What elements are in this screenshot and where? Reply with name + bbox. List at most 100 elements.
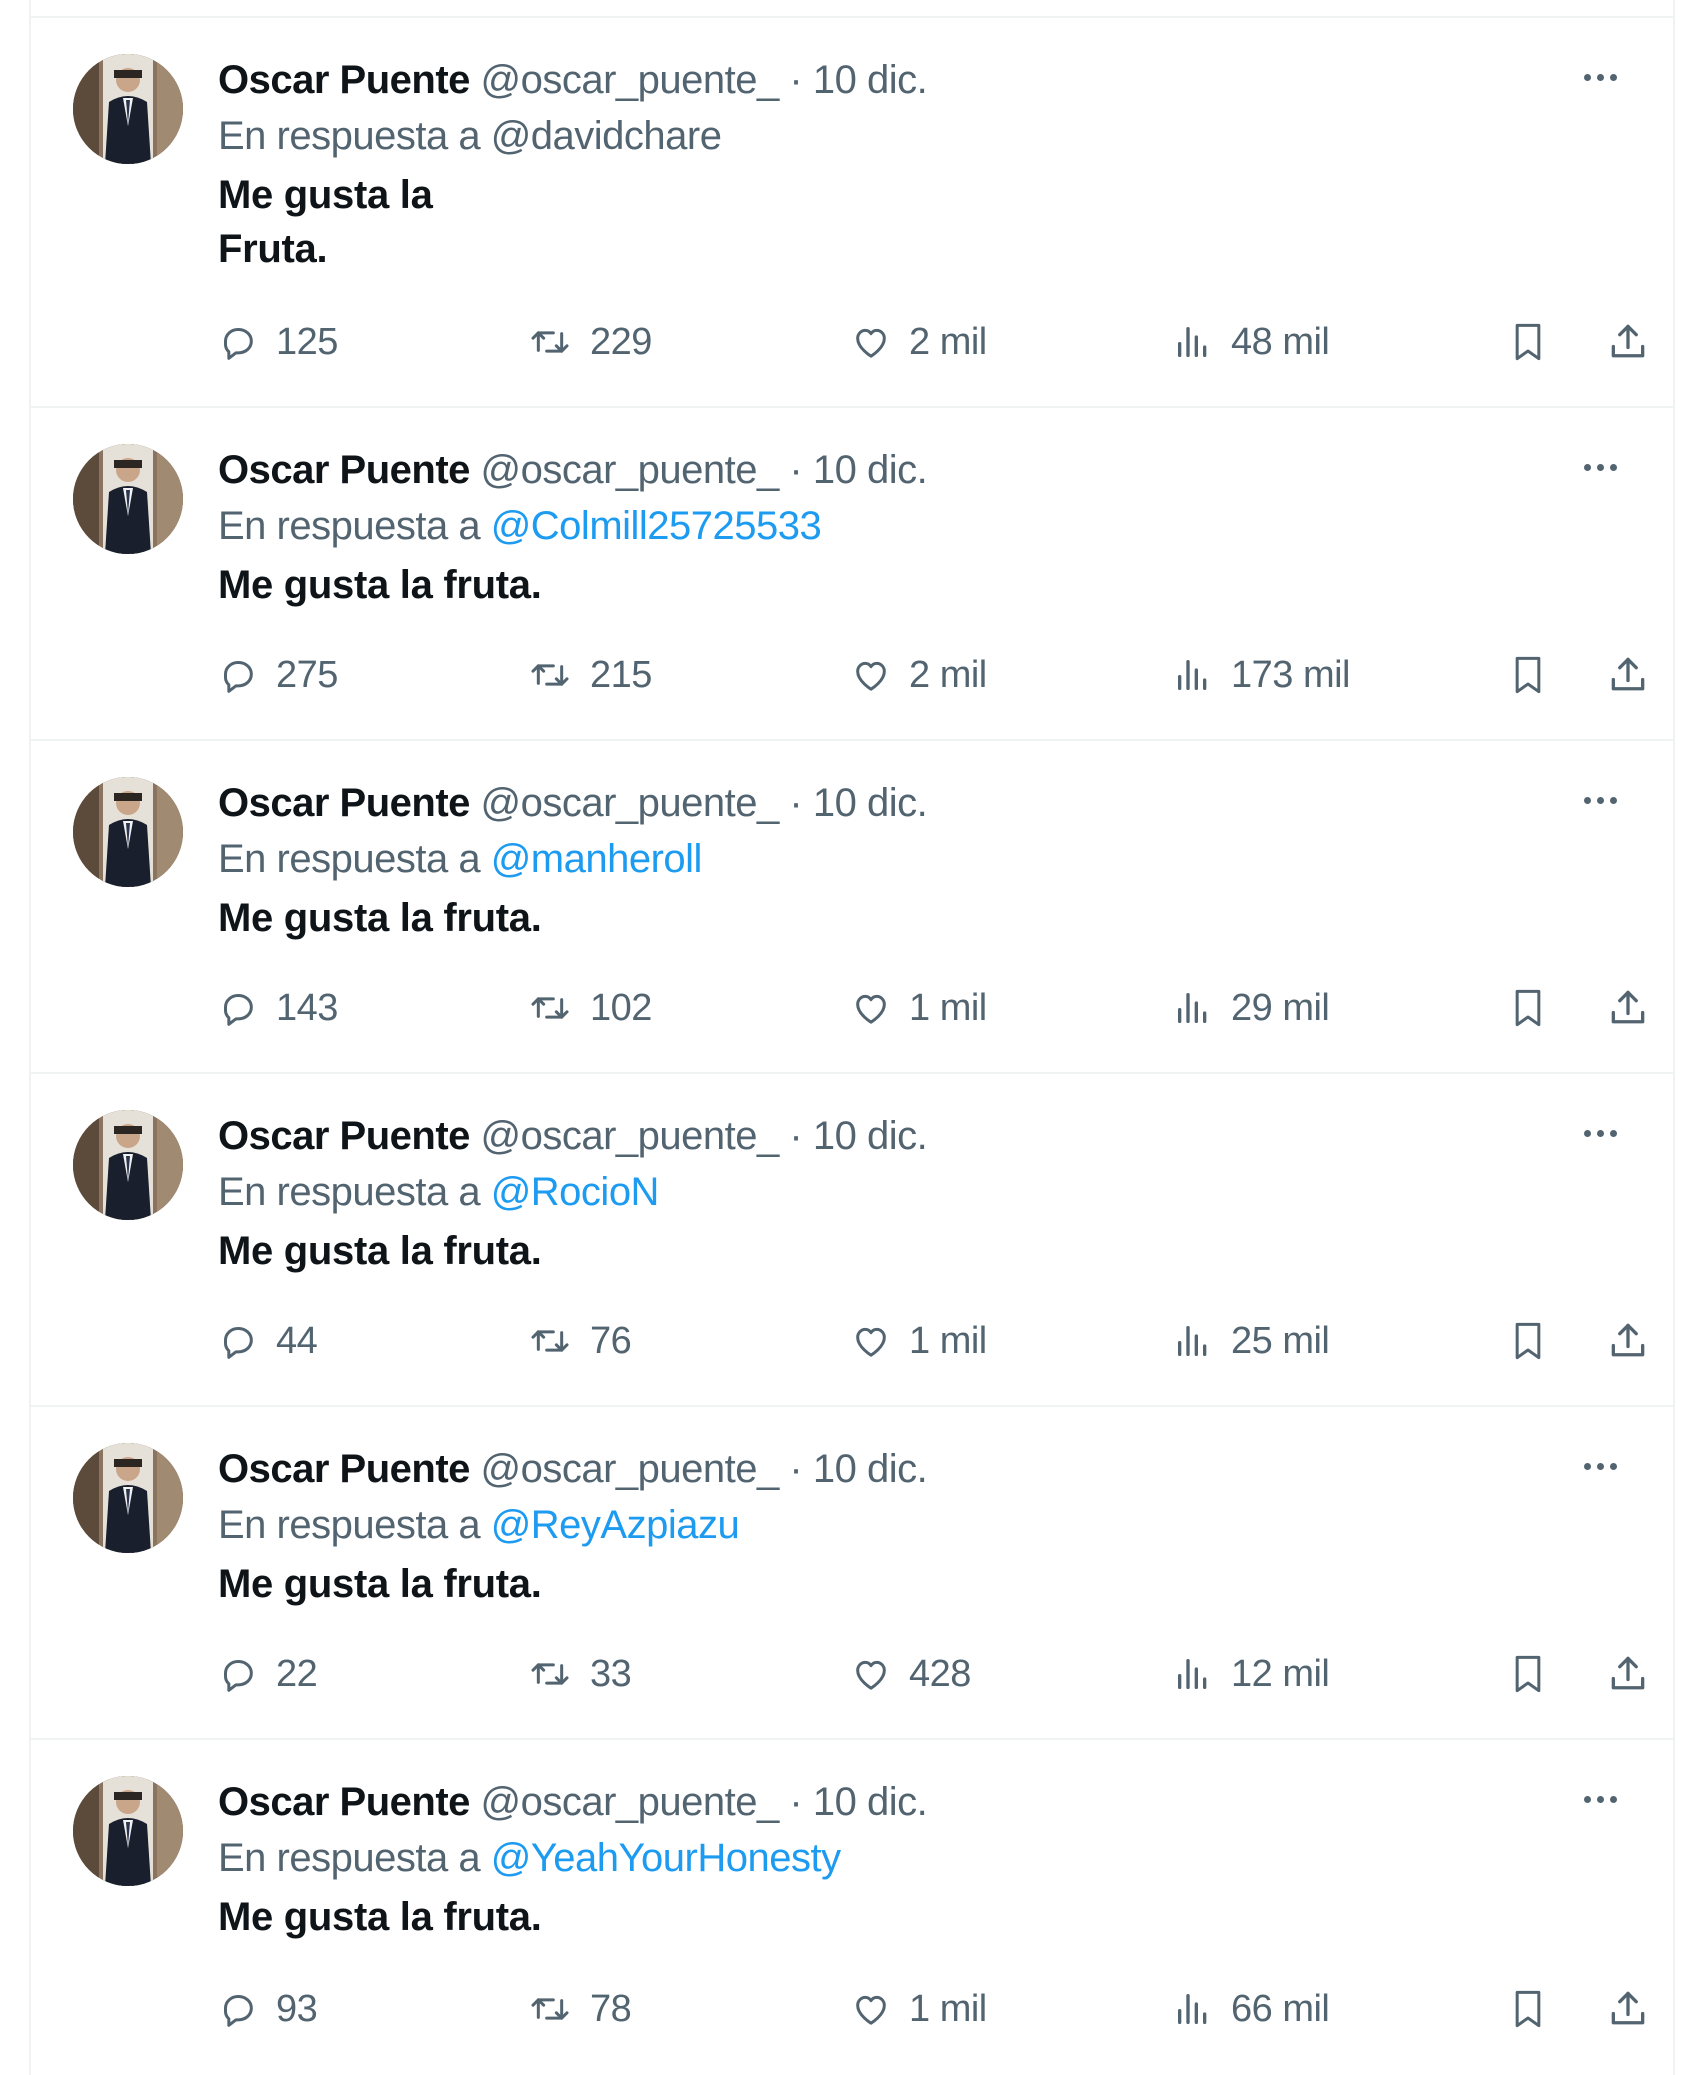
share-button[interactable] — [1606, 1646, 1650, 1702]
tweet-text: Me gusta la fruta. — [218, 563, 542, 607]
reply-to-handle[interactable]: @manheroll — [491, 837, 703, 881]
view-count: 12 mil — [1231, 1652, 1330, 1695]
avatar[interactable] — [73, 54, 183, 164]
like-button[interactable]: 428 — [851, 1646, 971, 1702]
tweet-text: Me gusta la fruta. — [218, 896, 542, 940]
reply-button[interactable]: 143 — [218, 980, 338, 1036]
share-button[interactable] — [1606, 314, 1650, 370]
reply-button[interactable]: 93 — [218, 1981, 318, 2037]
tweet-actions: 275 215 2 mil 173 mil — [218, 647, 1645, 703]
like-button[interactable]: 2 mil — [851, 314, 987, 370]
tweet-date[interactable]: 10 dic. — [813, 781, 928, 825]
reply-to-handle[interactable]: @davidchare — [491, 114, 722, 158]
bookmark-icon — [1515, 1990, 1541, 2028]
tweet-actions: 44 76 1 mil 25 mil — [218, 1313, 1645, 1369]
like-count: 1 mil — [909, 1987, 987, 2030]
avatar[interactable] — [73, 1110, 183, 1220]
reply-button[interactable]: 275 — [218, 647, 338, 703]
tweet-date[interactable]: 10 dic. — [813, 58, 928, 102]
like-button[interactable]: 1 mil — [851, 1981, 987, 2037]
tweet-header: Oscar Puente @oscar_puente_ · 10 dic. — [218, 1774, 1633, 1830]
like-button[interactable]: 1 mil — [851, 980, 987, 1036]
tweet-date[interactable]: 10 dic. — [813, 1780, 928, 1824]
reply-to-handle[interactable]: @Colmill25725533 — [491, 504, 822, 548]
bookmark-icon — [1515, 1322, 1541, 1360]
reply-button[interactable]: 44 — [218, 1313, 318, 1369]
reply-context: En respuesta a @davidchare — [218, 108, 1633, 164]
bookmark-icon — [1515, 656, 1541, 694]
avatar[interactable] — [73, 1443, 183, 1553]
tweet-date[interactable]: 10 dic. — [813, 1447, 928, 1491]
share-button[interactable] — [1606, 980, 1650, 1036]
author-name[interactable]: Oscar Puente — [218, 781, 470, 825]
author-handle[interactable]: @oscar_puente_ — [481, 448, 780, 492]
retweet-button[interactable]: 76 — [528, 1313, 632, 1369]
author-handle[interactable]: @oscar_puente_ — [481, 781, 780, 825]
views-button[interactable]: 29 mil — [1173, 980, 1330, 1036]
author-name[interactable]: Oscar Puente — [218, 1114, 470, 1158]
tweet-date[interactable]: 10 dic. — [813, 1114, 928, 1158]
reply-to-handle[interactable]: @YeahYourHonesty — [491, 1836, 841, 1880]
more-horizontal-icon — [1596, 1129, 1604, 1137]
bookmark-button[interactable] — [1508, 1313, 1548, 1369]
share-button[interactable] — [1606, 1981, 1650, 2037]
author-handle[interactable]: @oscar_puente_ — [481, 58, 780, 102]
more-options-button[interactable] — [1575, 62, 1625, 92]
more-options-button[interactable] — [1575, 1784, 1625, 1814]
reply-button[interactable]: 22 — [218, 1646, 318, 1702]
author-handle[interactable]: @oscar_puente_ — [481, 1447, 780, 1491]
author-name[interactable]: Oscar Puente — [218, 448, 470, 492]
bookmark-button[interactable] — [1508, 1981, 1548, 2037]
reply-button[interactable]: 125 — [218, 314, 338, 370]
views-button[interactable]: 173 mil — [1173, 647, 1351, 703]
more-horizontal-icon — [1596, 1795, 1604, 1803]
retweet-button[interactable]: 102 — [528, 980, 652, 1036]
more-options-button[interactable] — [1575, 1118, 1625, 1148]
reply-bubble-icon — [224, 1327, 253, 1359]
separator-dot: · — [789, 448, 803, 492]
reply-prefix: En respuesta a — [218, 1170, 481, 1214]
tweet[interactable]: Oscar Puente @oscar_puente_ · 10 dic. En… — [31, 741, 1673, 1074]
retweet-button[interactable]: 78 — [528, 1981, 632, 2037]
tweet[interactable]: Oscar Puente @oscar_puente_ · 10 dic. En… — [31, 1407, 1673, 1740]
tweet-content: Oscar Puente @oscar_puente_ · 10 dic. En… — [218, 1441, 1633, 1611]
retweet-button[interactable]: 33 — [528, 1646, 632, 1702]
tweet-actions: 93 78 1 mil 66 mil — [218, 1981, 1645, 2037]
bookmark-button[interactable] — [1508, 980, 1548, 1036]
more-options-button[interactable] — [1575, 1451, 1625, 1481]
retweet-button[interactable]: 215 — [528, 647, 652, 703]
tweet-list: Oscar Puente @oscar_puente_ · 10 dic. En… — [31, 18, 1673, 2073]
author-name[interactable]: Oscar Puente — [218, 1780, 470, 1824]
bookmark-icon — [1515, 323, 1541, 361]
author-handle[interactable]: @oscar_puente_ — [481, 1114, 780, 1158]
views-button[interactable]: 48 mil — [1173, 314, 1330, 370]
views-button[interactable]: 25 mil — [1173, 1313, 1330, 1369]
bookmark-button[interactable] — [1508, 647, 1548, 703]
share-button[interactable] — [1606, 647, 1650, 703]
views-button[interactable]: 66 mil — [1173, 1981, 1330, 2037]
author-name[interactable]: Oscar Puente — [218, 1447, 470, 1491]
avatar[interactable] — [73, 444, 183, 554]
tweet[interactable]: Oscar Puente @oscar_puente_ · 10 dic. En… — [31, 1074, 1673, 1407]
author-handle[interactable]: @oscar_puente_ — [481, 1780, 780, 1824]
bookmark-button[interactable] — [1508, 1646, 1548, 1702]
bookmark-button[interactable] — [1508, 314, 1548, 370]
tweet-date[interactable]: 10 dic. — [813, 448, 928, 492]
tweet[interactable]: Oscar Puente @oscar_puente_ · 10 dic. En… — [31, 18, 1673, 408]
avatar[interactable] — [73, 777, 183, 887]
avatar[interactable] — [73, 1776, 183, 1886]
reply-to-handle[interactable]: @RocioN — [491, 1170, 660, 1214]
share-button[interactable] — [1606, 1313, 1650, 1369]
views-button[interactable]: 12 mil — [1173, 1646, 1330, 1702]
author-name[interactable]: Oscar Puente — [218, 58, 470, 102]
tweet[interactable]: Oscar Puente @oscar_puente_ · 10 dic. En… — [31, 1740, 1673, 2073]
tweet[interactable]: Oscar Puente @oscar_puente_ · 10 dic. En… — [31, 408, 1673, 741]
more-options-button[interactable] — [1575, 785, 1625, 815]
retweet-button[interactable]: 229 — [528, 314, 652, 370]
reply-to-handle[interactable]: @ReyAzpiazu — [491, 1503, 740, 1547]
separator-dot: · — [789, 58, 803, 102]
retweet-icon — [531, 997, 569, 1019]
more-options-button[interactable] — [1575, 452, 1625, 482]
like-button[interactable]: 2 mil — [851, 647, 987, 703]
like-button[interactable]: 1 mil — [851, 1313, 987, 1369]
